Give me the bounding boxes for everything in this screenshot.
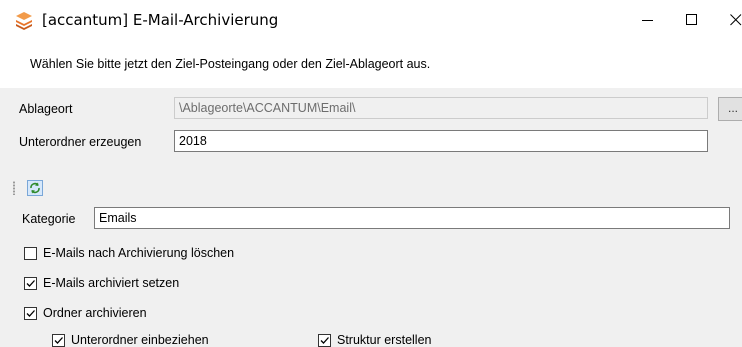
option-label: Ordner archivieren xyxy=(43,306,147,320)
unterordner-field[interactable]: 2018 xyxy=(174,130,708,152)
kategorie-select[interactable]: Emails xyxy=(94,207,730,229)
option-row[interactable]: E-Mails nach Archivierung löschen xyxy=(24,246,234,260)
option-label: E-Mails nach Archivierung löschen xyxy=(43,246,235,260)
stack-icon xyxy=(14,10,34,30)
option-row[interactable]: E-Mails archiviert setzen xyxy=(24,276,179,290)
checkbox-create-structure[interactable] xyxy=(318,333,331,347)
maximize-icon[interactable] xyxy=(674,6,710,34)
checkbox-delete-after[interactable] xyxy=(24,246,37,260)
browse-button[interactable]: ... xyxy=(718,97,742,121)
option-row[interactable]: Struktur erstellen xyxy=(318,333,431,347)
ablageort-label: Ablageort xyxy=(19,102,73,116)
refresh-icon[interactable] xyxy=(24,178,46,198)
option-row[interactable]: Unterordner einbeziehen xyxy=(52,333,209,347)
toolbar-grip[interactable] xyxy=(13,181,15,195)
checkbox-archive-folder[interactable] xyxy=(24,306,37,320)
close-icon[interactable] xyxy=(718,6,742,34)
minimize-icon[interactable] xyxy=(630,6,666,34)
title-bar: [accantum] E-Mail-Archivierung xyxy=(0,0,742,40)
checkbox-include-subfolders[interactable] xyxy=(52,333,65,347)
window-title: [accantum] E-Mail-Archivierung xyxy=(42,11,279,29)
kategorie-value: Emails xyxy=(99,211,137,225)
option-row[interactable]: Ordner archivieren xyxy=(24,306,147,320)
dialog-content: Wählen Sie bitte jetzt den Ziel-Posteing… xyxy=(0,40,742,347)
checkbox-set-archived[interactable] xyxy=(24,276,37,290)
instruction-text: Wählen Sie bitte jetzt den Ziel-Posteing… xyxy=(30,57,431,71)
unterordner-label: Unterordner erzeugen xyxy=(19,135,142,149)
option-label: Struktur erstellen xyxy=(337,333,432,347)
instruction-panel: Wählen Sie bitte jetzt den Ziel-Posteing… xyxy=(0,40,742,88)
kategorie-label: Kategorie xyxy=(22,212,76,226)
option-label: Unterordner einbeziehen xyxy=(71,333,209,347)
option-label: E-Mails archiviert setzen xyxy=(43,276,180,290)
ablageort-field: \Ablageorte\ACCANTUM\Email\ xyxy=(174,97,708,119)
